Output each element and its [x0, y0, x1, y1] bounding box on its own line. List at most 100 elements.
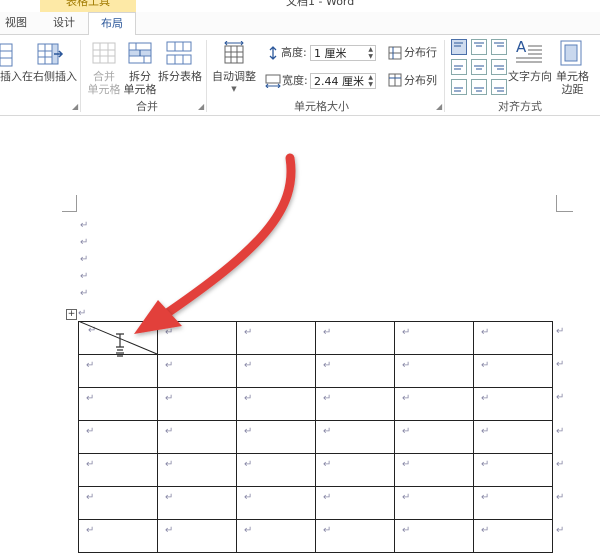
table-cell[interactable]: ↵: [473, 387, 553, 421]
table-cell[interactable]: ↵: [473, 354, 553, 388]
insert-right-icon: [36, 41, 64, 71]
width-value: 2.44 厘米: [314, 75, 364, 88]
distribute-rows-button[interactable]: 分布行: [404, 46, 437, 59]
height-field[interactable]: 1 厘米 ▲ ▼: [310, 45, 376, 61]
page-corner-mark-left: [62, 195, 77, 212]
table-cell[interactable]: ↵: [315, 519, 395, 553]
table-cell[interactable]: ↵: [394, 453, 474, 487]
table-cell[interactable]: ↵: [157, 387, 237, 421]
split-cells-button[interactable]: 拆分 单元格: [122, 70, 158, 96]
distribute-columns-button[interactable]: 分布列: [404, 74, 437, 87]
column-width-icon: [265, 73, 281, 92]
cell-margins-label-line2: 边距: [561, 83, 584, 96]
context-tab-group-label: 表格工具: [66, 0, 110, 8]
table-cell[interactable]: ↵: [236, 519, 316, 553]
cell-paragraph-mark: ↵: [86, 459, 95, 470]
insert-left-button[interactable]: 插入: [0, 70, 22, 83]
align-bottom-left-icon[interactable]: [451, 79, 467, 99]
table-cell[interactable]: ↵: [78, 387, 158, 421]
merge-cells-label-line1: 合并: [93, 70, 115, 83]
merge-launcher-icon[interactable]: ◢: [198, 102, 204, 111]
cell-paragraph-mark: ↵: [86, 360, 95, 371]
table-cell[interactable]: ↵: [394, 486, 474, 520]
table-cell[interactable]: ↵: [157, 453, 237, 487]
table-cell[interactable]: ↵: [473, 519, 553, 553]
align-middle-center-icon[interactable]: [471, 59, 487, 79]
table-cell[interactable]: ↵: [315, 321, 395, 355]
table-cell[interactable]: ↵: [473, 321, 553, 355]
table-cell[interactable]: ↵: [394, 420, 474, 454]
table-cell[interactable]: ↵: [78, 420, 158, 454]
align-top-left-icon[interactable]: [451, 39, 467, 59]
table-cell[interactable]: ↵: [157, 354, 237, 388]
height-value: 1 厘米: [314, 47, 347, 60]
table-cell[interactable]: ↵: [236, 453, 316, 487]
autofit-button[interactable]: 自动调整 ▼: [212, 70, 256, 96]
tab-layout[interactable]: 布局: [88, 12, 136, 35]
table-cell[interactable]: ↵: [157, 519, 237, 553]
cell-paragraph-mark: ↵: [481, 525, 490, 536]
cell-paragraph-mark: ↵: [323, 426, 332, 437]
table-cell[interactable]: ↵: [78, 453, 158, 487]
table-cell[interactable]: ↵: [236, 354, 316, 388]
table-cell[interactable]: ↵: [78, 486, 158, 520]
insert-right-button[interactable]: 在右侧插入: [22, 70, 77, 83]
row-end-mark: ↵: [556, 492, 565, 503]
paragraph-mark: ↵: [80, 288, 89, 299]
table-cell[interactable]: ↵: [157, 486, 237, 520]
row-end-mark: ↵: [556, 425, 565, 437]
table-cell[interactable]: ↵: [236, 486, 316, 520]
merge-cells-button[interactable]: 合并 单元格: [86, 70, 122, 96]
page-corner-mark-right: [556, 195, 573, 212]
cell-paragraph-mark: ↵: [165, 360, 174, 371]
cell-margins-button[interactable]: 单元格 边距: [556, 70, 589, 96]
cell-size-launcher-icon[interactable]: ◢: [436, 102, 442, 111]
cell-margins-icon: [560, 40, 582, 70]
rows-cols-launcher-icon[interactable]: ◢: [72, 102, 78, 111]
cell-paragraph-mark: ↵: [481, 327, 490, 338]
insert-left-icon: [0, 42, 14, 72]
cell-paragraph-mark: ↵: [323, 525, 332, 536]
word-table[interactable]: ↵ ↵ ↵ ↵ ↵ ↵ ↵ ↵ ↵ ↵ ↵ ↵ ↵ ↵ ↵ ↵ ↵ ↵ ↵ ↵ ↵ ↵ ↵ ↵ ↵ ↵ ↵ ↵ ↵ ↵ ↵ ↵ ↵ ↵ ↵ ↵ ↵ ↵ ↵ ↵…: [78, 321, 553, 553]
table-cell[interactable]: ↵: [394, 519, 474, 553]
table-cell[interactable]: ↵: [394, 387, 474, 421]
cell-size-group-label: 单元格大小: [294, 100, 349, 113]
paragraph-mark: ↵: [80, 271, 89, 282]
cell-paragraph-mark: ↵: [165, 459, 174, 470]
height-spinner-icon[interactable]: ▲ ▼: [368, 46, 373, 60]
table-cell[interactable]: ↵: [315, 354, 395, 388]
table-cell[interactable]: ↵: [394, 321, 474, 355]
cell-paragraph-mark: ↵: [402, 360, 411, 371]
align-middle-right-icon[interactable]: [491, 59, 507, 79]
table-cell[interactable]: ↵: [473, 420, 553, 454]
table-cell[interactable]: ↵: [236, 420, 316, 454]
table-cell[interactable]: ↵: [315, 486, 395, 520]
height-label: 高度:: [281, 46, 307, 59]
tab-view[interactable]: 视图: [0, 12, 32, 34]
split-table-button[interactable]: 拆分表格: [158, 70, 202, 83]
align-middle-left-icon[interactable]: [451, 59, 467, 79]
width-spinner-icon[interactable]: ▲ ▼: [368, 74, 373, 88]
tab-design[interactable]: 设计: [44, 12, 84, 34]
table-cell[interactable]: ↵: [473, 453, 553, 487]
align-top-center-icon[interactable]: [471, 39, 487, 59]
cell-paragraph-mark: ↵: [244, 426, 253, 437]
table-cell[interactable]: ↵: [78, 519, 158, 553]
table-row: ↵ ↵ ↵ ↵ ↵ ↵: [78, 354, 553, 388]
table-cell[interactable]: ↵: [78, 354, 158, 388]
width-field[interactable]: 2.44 厘米 ▲ ▼: [310, 73, 376, 89]
table-cell[interactable]: ↵: [394, 354, 474, 388]
align-bottom-right-icon[interactable]: [491, 79, 507, 99]
table-cell[interactable]: ↵: [315, 453, 395, 487]
align-top-right-icon[interactable]: [491, 39, 507, 59]
table-cell[interactable]: ↵: [315, 387, 395, 421]
cell-paragraph-mark: ↵: [481, 459, 490, 470]
table-cell[interactable]: ↵: [315, 420, 395, 454]
cell-paragraph-mark: ↵: [86, 393, 95, 404]
table-cell[interactable]: ↵: [473, 486, 553, 520]
table-cell[interactable]: ↵: [236, 387, 316, 421]
table-cell[interactable]: ↵: [157, 420, 237, 454]
align-bottom-center-icon[interactable]: [471, 79, 487, 99]
text-direction-button[interactable]: 文字方向: [508, 70, 552, 83]
table-move-handle-icon[interactable]: +: [66, 309, 77, 320]
